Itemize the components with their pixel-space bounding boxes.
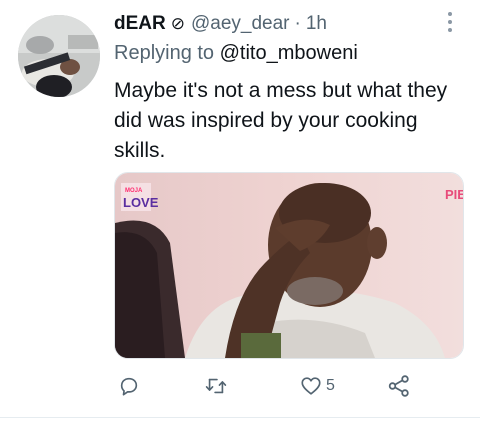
avatar-image [18,15,100,97]
like-count: 5 [326,377,335,394]
like-button[interactable]: 5 [299,372,335,400]
share-icon [388,375,409,397]
tweet[interactable]: dEAR ⊘ @aey_dear · 1h Replying to @tito_… [0,0,480,421]
media-corner-text: PIE [445,187,463,202]
replying-to-line: Replying to @tito_mboweni [114,42,358,65]
media-photo: MOJA LOVE PIE [115,173,463,358]
media-logo-top: MOJA [125,188,143,194]
reply-button[interactable] [118,372,140,400]
share-button[interactable] [387,372,411,400]
timestamp[interactable]: 1h [306,13,327,35]
avatar[interactable] [18,15,100,97]
media-logo-main: LOVE [123,195,159,210]
more-options-icon[interactable] [444,12,456,36]
replying-to-label: Replying to [114,42,215,64]
reply-icon [120,377,138,396]
name-emoji-glyph: ⊘ [170,14,185,33]
tweet-header: dEAR ⊘ @aey_dear · 1h [114,10,327,38]
separator: · [294,13,301,34]
display-name[interactable]: dEAR [114,13,166,35]
heart-icon [301,377,321,395]
retweet-button[interactable] [204,372,228,400]
tweet-actions: 5 [114,372,414,400]
reply-mention-link[interactable]: @tito_mboweni [220,42,358,64]
retweet-icon [205,378,227,394]
handle[interactable]: @aey_dear [191,13,290,35]
tweet-divider [0,417,480,418]
tweet-text: Maybe it's not a mess but what they did … [114,79,448,162]
tweet-media-image[interactable]: MOJA LOVE PIE [114,172,464,359]
